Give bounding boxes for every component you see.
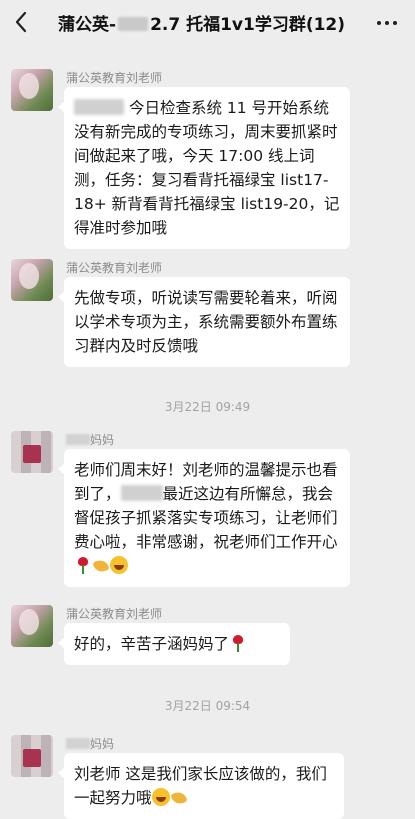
sender-label: 妈妈	[90, 737, 115, 751]
avatar[interactable]	[11, 259, 53, 301]
message-item: 蒲公英教育刘老师 好的，辛苦子涵妈妈了	[0, 605, 415, 667]
message-text: 今日检查系统 11 号开始系统没有新完成的专项练习，周末要抓紧时间做起来了哦，今…	[74, 99, 340, 237]
message-text: 好的，辛苦子涵妈妈了	[74, 635, 230, 653]
message-bubble[interactable]: 老师们周末好！刘老师的温馨提示也看到了， 最近这边有所懈怠，我会督促孩子抓紧落实专…	[58, 449, 350, 587]
clap-icon	[92, 556, 110, 574]
sender-name: 蒲公英教育刘老师	[66, 261, 163, 275]
redacted-block	[74, 99, 124, 115]
message-bubble[interactable]: 刘老师 这是我们家长应该做的，我们一起努力哦	[58, 753, 344, 819]
message-item: 妈妈 老师们周末好！刘老师的温馨提示也看到了， 最近这边有所懈怠，我会督促孩子抓紧…	[0, 431, 415, 591]
message-item: 蒲公英教育刘老师 先做专项，听说读写需要轮着来，听阅以学术专项为主，系统需要额外…	[0, 259, 415, 369]
redacted-block	[120, 485, 163, 501]
redacted-block	[66, 738, 90, 749]
laugh-icon	[151, 788, 170, 806]
more-dot	[385, 21, 389, 25]
title-suffix: 2.7 托福1v1学习群(12)	[150, 15, 346, 34]
chat-title: 蒲公英- 2.7 托福1v1学习群(12)	[58, 10, 358, 34]
clap-icon	[170, 788, 188, 806]
avatar[interactable]	[11, 69, 53, 111]
message-bubble[interactable]: 今日检查系统 11 号开始系统没有新完成的专项练习，周末要抓紧时间做起来了哦，今…	[58, 87, 350, 249]
sender-name: 蒲公英教育刘老师	[66, 71, 163, 85]
more-dot	[393, 21, 397, 25]
sender-name: 妈妈	[66, 735, 114, 752]
chevron-left-icon	[15, 11, 27, 33]
redacted-block	[66, 434, 90, 445]
sender-name: 蒲公英教育刘老师	[66, 607, 163, 621]
rose-icon	[229, 634, 247, 652]
timestamp: 3月22日 09:49	[164, 400, 251, 414]
message-bubble[interactable]: 好的，辛苦子涵妈妈了	[58, 623, 290, 665]
sender-name: 妈妈	[66, 431, 114, 448]
rose-icon	[74, 556, 92, 574]
more-dots-icon	[377, 21, 381, 25]
chat-header: 蒲公英- 2.7 托福1v1学习群(12)	[0, 0, 415, 44]
message-item: 妈妈 刘老师 这是我们家长应该做的，我们一起努力哦	[0, 735, 415, 819]
message-bubble[interactable]: 先做专项，听说读写需要轮着来，听阅以学术专项为主，系统需要额外布置练习群内及时反…	[58, 277, 350, 367]
message-text: 先做专项，听说读写需要轮着来，听阅以学术专项为主，系统需要额外布置练习群内及时反…	[74, 289, 338, 355]
avatar[interactable]	[11, 735, 53, 777]
timestamp: 3月22日 09:54	[164, 699, 251, 713]
sender-label: 妈妈	[90, 433, 115, 447]
laugh-icon	[110, 556, 128, 574]
more-button[interactable]	[375, 12, 399, 32]
message-text: 刘老师 这是我们家长应该做的，我们一起努力哦	[74, 765, 327, 807]
avatar[interactable]	[11, 431, 53, 473]
message-item: 蒲公英教育刘老师 今日检查系统 11 号开始系统没有新完成的专项练习，周末要抓紧…	[0, 69, 415, 249]
redacted-block	[118, 17, 149, 31]
title-prefix: 蒲公英-	[58, 15, 117, 34]
back-button[interactable]	[10, 8, 34, 36]
avatar[interactable]	[11, 605, 53, 647]
